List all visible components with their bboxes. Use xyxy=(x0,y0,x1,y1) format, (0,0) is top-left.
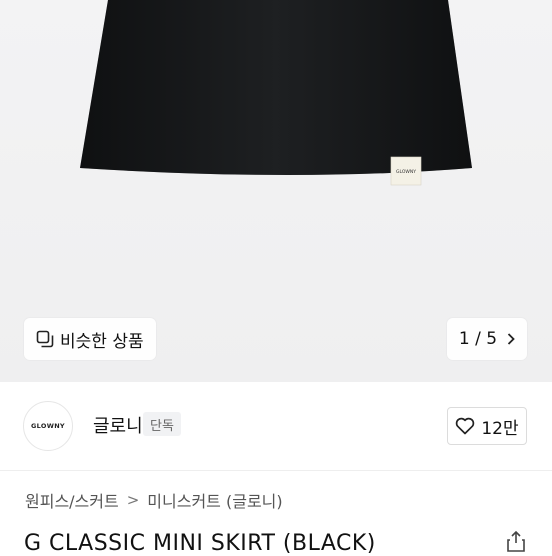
exclusive-badge: 단독 xyxy=(143,412,181,436)
product-image[interactable]: GLOWNY 비슷한 상품 1 / 5 xyxy=(0,0,552,382)
brand-logo-text: GLOWNY xyxy=(31,422,65,430)
heart-outline-icon xyxy=(456,417,475,435)
breadcrumb-separator: > xyxy=(126,491,140,509)
like-button[interactable]: 12만 xyxy=(447,407,527,445)
image-counter: 1 / 5 xyxy=(458,329,498,349)
image-counter-button[interactable]: 1 / 5 xyxy=(447,318,527,360)
breadcrumb-subcategory[interactable]: 미니스커트 (글로니) xyxy=(147,488,282,512)
divider xyxy=(0,470,552,471)
label-tag-text: GLOWNY xyxy=(396,169,416,175)
brand-name[interactable]: 글로니 xyxy=(93,412,143,438)
brand-logo[interactable]: GLOWNY xyxy=(23,401,73,451)
product-title: G CLASSIC MINI SKIRT (BLACK) xyxy=(24,531,376,556)
like-count: 12만 xyxy=(481,418,519,439)
similar-products-button[interactable]: 비슷한 상품 xyxy=(24,318,156,360)
chevron-right-icon xyxy=(507,333,515,345)
clothing-label-tag: GLOWNY xyxy=(390,156,422,186)
share-icon[interactable] xyxy=(505,530,527,552)
similar-products-label: 비슷한 상품 xyxy=(60,331,144,352)
breadcrumb-category[interactable]: 원피스/스커트 xyxy=(25,488,119,512)
breadcrumb: 원피스/스커트 > 미니스커트 (글로니) xyxy=(25,488,283,512)
gallery-stack-icon xyxy=(36,330,54,348)
brand-row: GLOWNY 글로니 단독 12만 xyxy=(0,382,552,470)
